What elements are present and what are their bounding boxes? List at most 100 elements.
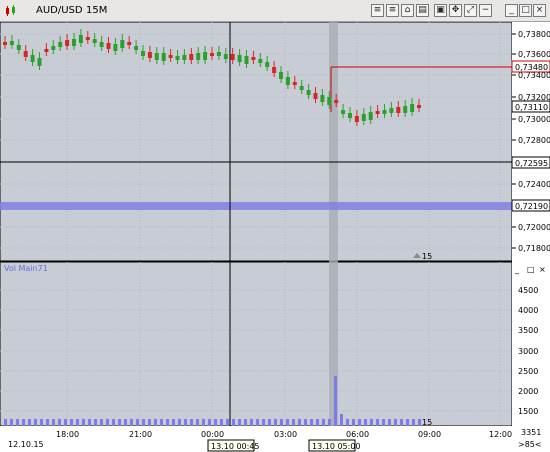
volume-bar <box>88 419 91 426</box>
minimize-icon[interactable]: _ <box>505 4 518 17</box>
volume-bar <box>358 419 361 426</box>
volume-bar <box>364 419 367 426</box>
volume-bar <box>412 419 415 426</box>
volume-bar <box>58 419 61 426</box>
candle-body <box>375 111 380 114</box>
candlestick-icon <box>6 5 15 16</box>
volume-tick-label: 1500 <box>518 407 538 416</box>
volume-bar <box>82 419 85 426</box>
candle-body <box>3 42 7 45</box>
list-icon[interactable]: ≡ <box>371 4 384 17</box>
volume-bar <box>130 419 133 426</box>
candle-body <box>403 106 408 113</box>
volume-bar <box>196 419 199 426</box>
candle-body <box>216 52 221 56</box>
volume-maximize-icon[interactable]: □ <box>527 265 535 274</box>
volume-bar <box>148 419 151 426</box>
candle-body <box>161 53 166 61</box>
candle-body <box>65 40 70 46</box>
volume-bar <box>124 419 127 426</box>
building-icon[interactable]: ⌂ <box>401 4 414 17</box>
candle-body <box>389 108 394 113</box>
candle-body <box>341 110 346 114</box>
price-band <box>0 202 512 210</box>
symbol-label: AUD/USD <box>36 5 83 16</box>
candle-body <box>58 42 63 47</box>
volume-bar <box>16 419 19 426</box>
candle-body <box>237 55 242 62</box>
candle-body <box>272 67 277 73</box>
band-price: 0,72190 <box>515 202 548 211</box>
volume-bar <box>106 419 109 426</box>
chart-canvas[interactable]: 0,738000,736000,734000,732000,730000,728… <box>0 22 550 452</box>
candle-body <box>141 51 145 56</box>
candle-body <box>299 86 304 90</box>
volume-panel-title: Vol Main71 <box>4 264 48 273</box>
price-tick-label: 0,73000 <box>518 115 550 124</box>
price-panel[interactable] <box>0 22 513 262</box>
volume-bar <box>94 419 97 426</box>
candle-body <box>285 77 290 85</box>
volume-tick-label: 2500 <box>518 367 538 376</box>
time-tick-label: 09:00 <box>418 430 441 439</box>
volume-bar <box>244 419 247 426</box>
chart-titlebar: AUD/USD 15M ≡ ≡ ⌂ ▤ ▣ ✥ ⤢ − _ □ × <box>0 0 550 22</box>
volume-bar <box>334 376 337 426</box>
volume-panel[interactable] <box>0 261 513 427</box>
candle-body <box>410 104 415 112</box>
candle-body <box>244 56 249 64</box>
volume-bar <box>178 419 181 426</box>
list-icon[interactable]: ≡ <box>386 4 399 17</box>
price-bar-count: 15 <box>422 252 432 261</box>
volume-close-icon[interactable]: × <box>539 265 546 274</box>
candle-body <box>313 93 318 99</box>
start-date: 12.10.15 <box>8 440 44 449</box>
volume-bar <box>280 419 283 426</box>
volume-bar <box>298 419 301 426</box>
candle-body <box>417 105 421 108</box>
candle-body <box>354 116 359 122</box>
volume-bar <box>40 419 43 426</box>
volume-bar <box>202 419 205 426</box>
candle-body <box>382 110 387 114</box>
volume-bar-count: 15 <box>422 418 432 427</box>
volume-bar <box>64 419 67 426</box>
red-level-price: 0,73480 <box>515 63 548 72</box>
price-tick-label: 0,72000 <box>518 223 550 232</box>
expand-icon[interactable]: ⤢ <box>464 4 477 17</box>
volume-bar <box>382 419 385 426</box>
minus-box-icon[interactable]: − <box>479 4 492 17</box>
move-icon[interactable]: ✥ <box>449 4 462 17</box>
timeframe-label[interactable]: 15M <box>86 5 107 16</box>
close-icon[interactable]: × <box>533 4 546 17</box>
candle-body <box>306 90 311 95</box>
candle-body <box>9 41 14 45</box>
volume-tick-label: 3500 <box>518 326 538 335</box>
time-tick-label: 18:00 <box>56 430 79 439</box>
volume-bar <box>406 419 409 426</box>
candle-body <box>120 40 125 48</box>
candle-body <box>92 39 97 43</box>
window-icon[interactable]: ▣ <box>434 4 447 17</box>
highlight-time: 13.10 05:00 <box>312 442 361 451</box>
volume-bar <box>112 419 115 426</box>
volume-bar <box>394 419 397 426</box>
candle-body <box>85 37 90 40</box>
volume-bar <box>10 419 13 426</box>
volume-bar <box>28 419 31 426</box>
price-tick-label: 0,71800 <box>518 244 550 253</box>
candle-body <box>23 51 28 57</box>
time-tick-label: 06:00 <box>346 430 369 439</box>
document-icon[interactable]: ▤ <box>416 4 429 17</box>
maximize-icon[interactable]: □ <box>519 4 532 17</box>
candle-body <box>265 62 270 67</box>
volume-bar <box>340 414 343 426</box>
candle-body <box>99 42 104 47</box>
volume-bar <box>250 419 253 426</box>
volume-bar <box>376 419 379 426</box>
volume-bar <box>22 419 25 426</box>
time-tick-label: 03:00 <box>274 430 297 439</box>
volume-bar <box>268 419 271 426</box>
volume-bar <box>214 419 217 426</box>
candle-body <box>147 52 152 58</box>
